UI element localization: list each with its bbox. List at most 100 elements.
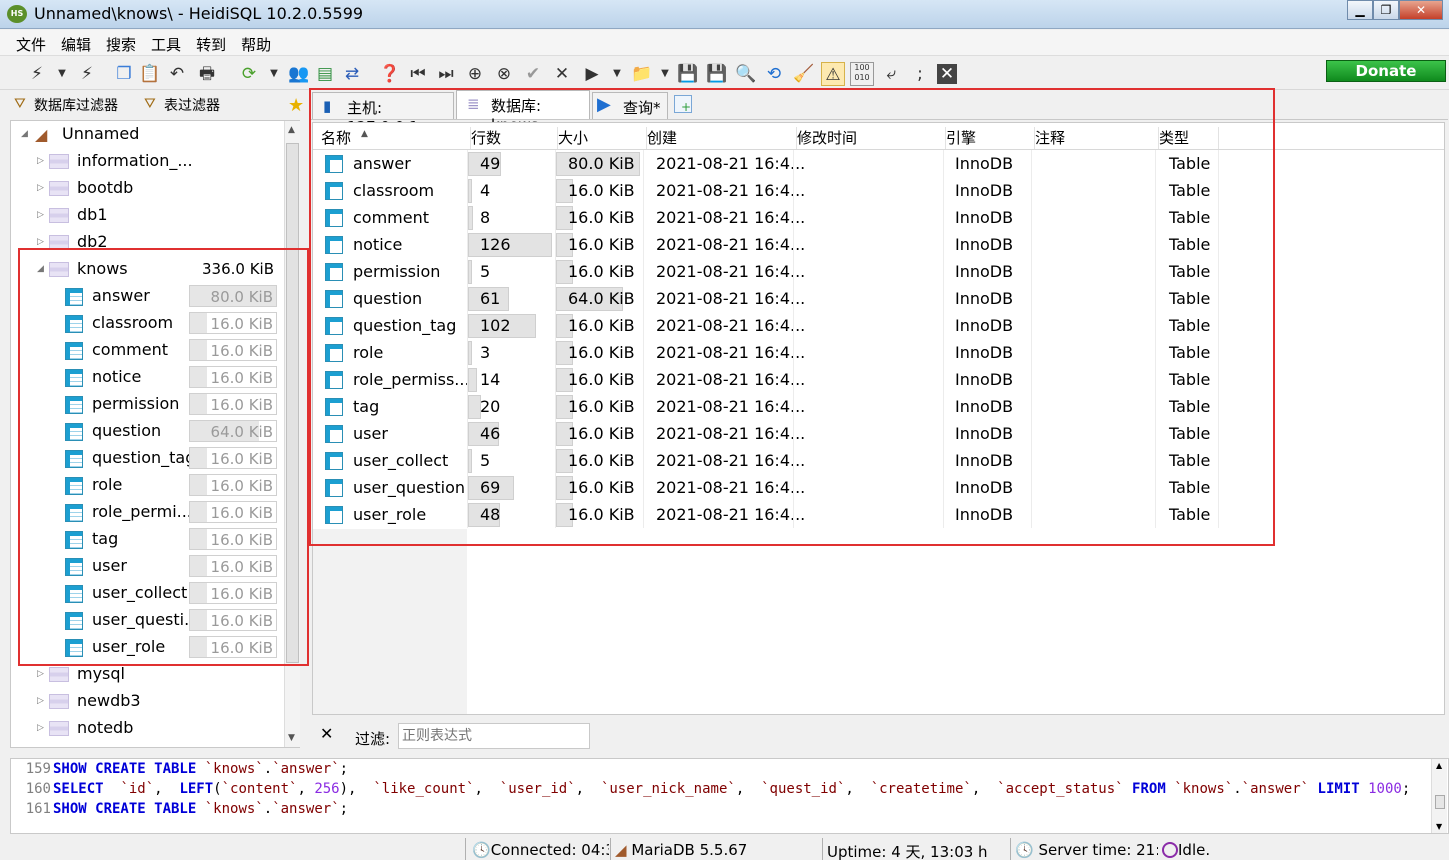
menu-item-3[interactable]: 工具: [143, 30, 188, 55]
close-tab-icon[interactable]: ✕: [937, 64, 957, 84]
binary-display-icon[interactable]: 100 010: [850, 62, 874, 86]
find-icon[interactable]: 🔍: [734, 62, 758, 86]
database-icon: [49, 154, 69, 169]
tree-db-1[interactable]: ▷ bootdb: [11, 175, 283, 202]
maximize-button[interactable]: ❐: [1373, 0, 1399, 20]
last-record-icon[interactable]: ⏭: [434, 62, 458, 86]
scroll-down-icon[interactable]: ▼: [288, 733, 295, 743]
close-window-button[interactable]: ✕: [1399, 0, 1443, 20]
sql-log-line: 161 SHOW CREATE TABLE `knows`.`answer`;: [11, 801, 348, 821]
status-idle-text: Idle.: [1178, 841, 1211, 859]
scroll-up-icon[interactable]: ▲: [1436, 761, 1442, 770]
tree-label: newdb3: [77, 691, 141, 710]
expand-arrow-icon[interactable]: ▷: [37, 696, 47, 706]
user-manager-icon[interactable]: 👥: [287, 62, 311, 86]
expand-arrow-icon[interactable]: ▷: [37, 210, 47, 220]
mariadb-icon: ◢: [615, 841, 627, 859]
expand-arrow-icon[interactable]: ▷: [37, 237, 47, 247]
print-icon[interactable]: 🖶: [195, 62, 219, 86]
favorites-star-icon[interactable]: ★: [288, 95, 304, 116]
transfer-icon[interactable]: ⇄: [340, 62, 364, 86]
refresh-dropdown-icon[interactable]: ▼: [262, 62, 286, 86]
add-record-icon[interactable]: ⊕: [463, 62, 487, 86]
disconnect-icon[interactable]: ⚡: [75, 62, 99, 86]
main-toolbar: ⚡ ▼ ⚡ ❐ 📋 ↶ 🖶 ⟳ ▼ 👥 ▤ ⇄ ❓ ⏮ ⏭ ⊕ ⊗ ✔ ✕ ▶ …: [0, 57, 1449, 90]
first-record-icon[interactable]: ⏮: [406, 62, 430, 86]
help-icon[interactable]: ❓: [378, 62, 402, 86]
database-icon: [49, 721, 69, 736]
sql-log-line: 160 SELECT `id`, LEFT(`content`, 256), `l…: [11, 781, 1411, 801]
dropdown-arrow-icon[interactable]: ▼: [50, 62, 74, 86]
sql-statement: SHOW CREATE TABLE `knows`.`answer`;: [53, 801, 349, 817]
minimize-button[interactable]: ▁: [1347, 0, 1373, 20]
sql-log-scrollbar[interactable]: ▲ ▼: [1431, 759, 1447, 833]
expand-arrow-icon[interactable]: ▷: [37, 669, 47, 679]
donate-button[interactable]: Donate: [1326, 60, 1446, 82]
tree-label: notedb: [77, 718, 134, 737]
expand-arrow-icon[interactable]: ▷: [37, 723, 47, 733]
undo-icon[interactable]: ↶: [165, 62, 189, 86]
tab-database-filter[interactable]: ⛛ 数据库过滤器: [10, 92, 118, 118]
tree-label: Unnamed: [62, 124, 140, 143]
database-icon: [49, 694, 69, 709]
status-bar: 🕓Connected: 04:3 ◢ MariaDB 5.5.67 Uptime…: [0, 836, 1449, 860]
tab-table-filter[interactable]: ⛛ 表过滤器: [140, 92, 220, 118]
save-as-icon[interactable]: 💾: [705, 62, 729, 86]
menu-item-4[interactable]: 转到: [188, 30, 233, 55]
post-record-icon[interactable]: ✔: [521, 62, 545, 86]
connect-icon[interactable]: ⚡: [25, 62, 49, 86]
tab-table-filter-label: 表过滤器: [164, 98, 220, 114]
open-folder-icon[interactable]: 📁: [630, 62, 654, 86]
find-replace-icon[interactable]: ⟲: [762, 62, 786, 86]
run-query-icon[interactable]: ▶: [580, 62, 604, 86]
status-idle: Idle.: [1158, 838, 1278, 860]
menu-item-1[interactable]: 编辑: [53, 30, 98, 55]
tree-db-after-1[interactable]: ▷ newdb3: [11, 688, 283, 715]
filter-icon: ⛛: [144, 96, 156, 112]
save-icon[interactable]: 💾: [676, 62, 700, 86]
separator-icon[interactable]: ;: [908, 62, 932, 86]
scroll-thumb[interactable]: [1435, 795, 1445, 809]
scroll-up-icon[interactable]: ▲: [288, 125, 295, 135]
status-server-time-text: Server time: 21:(: [1038, 841, 1158, 859]
status-server-time: 🕓 Server time: 21:(: [1010, 838, 1158, 860]
clock-icon: 🕓: [1015, 841, 1034, 859]
expand-arrow-icon[interactable]: ▷: [37, 156, 47, 166]
status-uptime: Uptime: 4 天, 13:03 h: [822, 838, 1008, 860]
highlight-box-tree: [18, 248, 309, 666]
wrap-text-icon[interactable]: ⤶: [879, 62, 903, 86]
filter-label: 过滤:: [355, 730, 391, 748]
status-connected: 🕓Connected: 04:3: [465, 838, 609, 860]
database-icon: [49, 667, 69, 682]
paste-icon[interactable]: 📋: [138, 62, 162, 86]
folder-dropdown-icon[interactable]: ▼: [653, 62, 677, 86]
menu-item-2[interactable]: 搜索: [98, 30, 143, 55]
clear-icon[interactable]: 🧹: [792, 62, 816, 86]
copy-icon[interactable]: ❐: [112, 62, 136, 86]
sql-log[interactable]: 159 SHOW CREATE TABLE `knows`.`answer`; 16…: [10, 758, 1449, 834]
refresh-icon[interactable]: ⟳: [237, 62, 261, 86]
line-number: 160: [25, 781, 51, 797]
tree-db-2[interactable]: ▷ db1: [11, 202, 283, 229]
cancel-edit-icon[interactable]: ✕: [550, 62, 574, 86]
collapse-arrow-icon[interactable]: ◢: [21, 129, 31, 139]
tree-db-0[interactable]: ▷ information_...: [11, 148, 283, 175]
expand-arrow-icon[interactable]: ▷: [37, 183, 47, 193]
tree-label: mysql: [77, 664, 125, 683]
title-bar: HS Unnamed\knows\ - HeidiSQL 10.2.0.5599…: [0, 0, 1449, 29]
warning-toggle-icon[interactable]: ⚠: [821, 62, 845, 86]
run-dropdown-icon[interactable]: ▼: [605, 62, 629, 86]
database-icon: [49, 181, 69, 196]
menu-item-5[interactable]: 帮助: [233, 30, 278, 55]
menu-item-0[interactable]: 文件: [8, 30, 53, 55]
tree-root-unnamed[interactable]: ◢ ◢ Unnamed: [11, 121, 283, 148]
export-csv-icon[interactable]: ▤: [313, 62, 337, 86]
delete-record-icon[interactable]: ⊗: [492, 62, 516, 86]
window-title: Unnamed\knows\ - HeidiSQL 10.2.0.5599: [34, 4, 364, 23]
close-filter-icon[interactable]: ✕: [320, 724, 333, 743]
tree-db-after-2[interactable]: ▷ notedb: [11, 715, 283, 742]
scroll-down-icon[interactable]: ▼: [1436, 822, 1442, 831]
heidisql-app-icon: HS: [7, 5, 27, 23]
clock-icon: 🕓: [472, 841, 491, 859]
filter-input[interactable]: [398, 723, 590, 749]
